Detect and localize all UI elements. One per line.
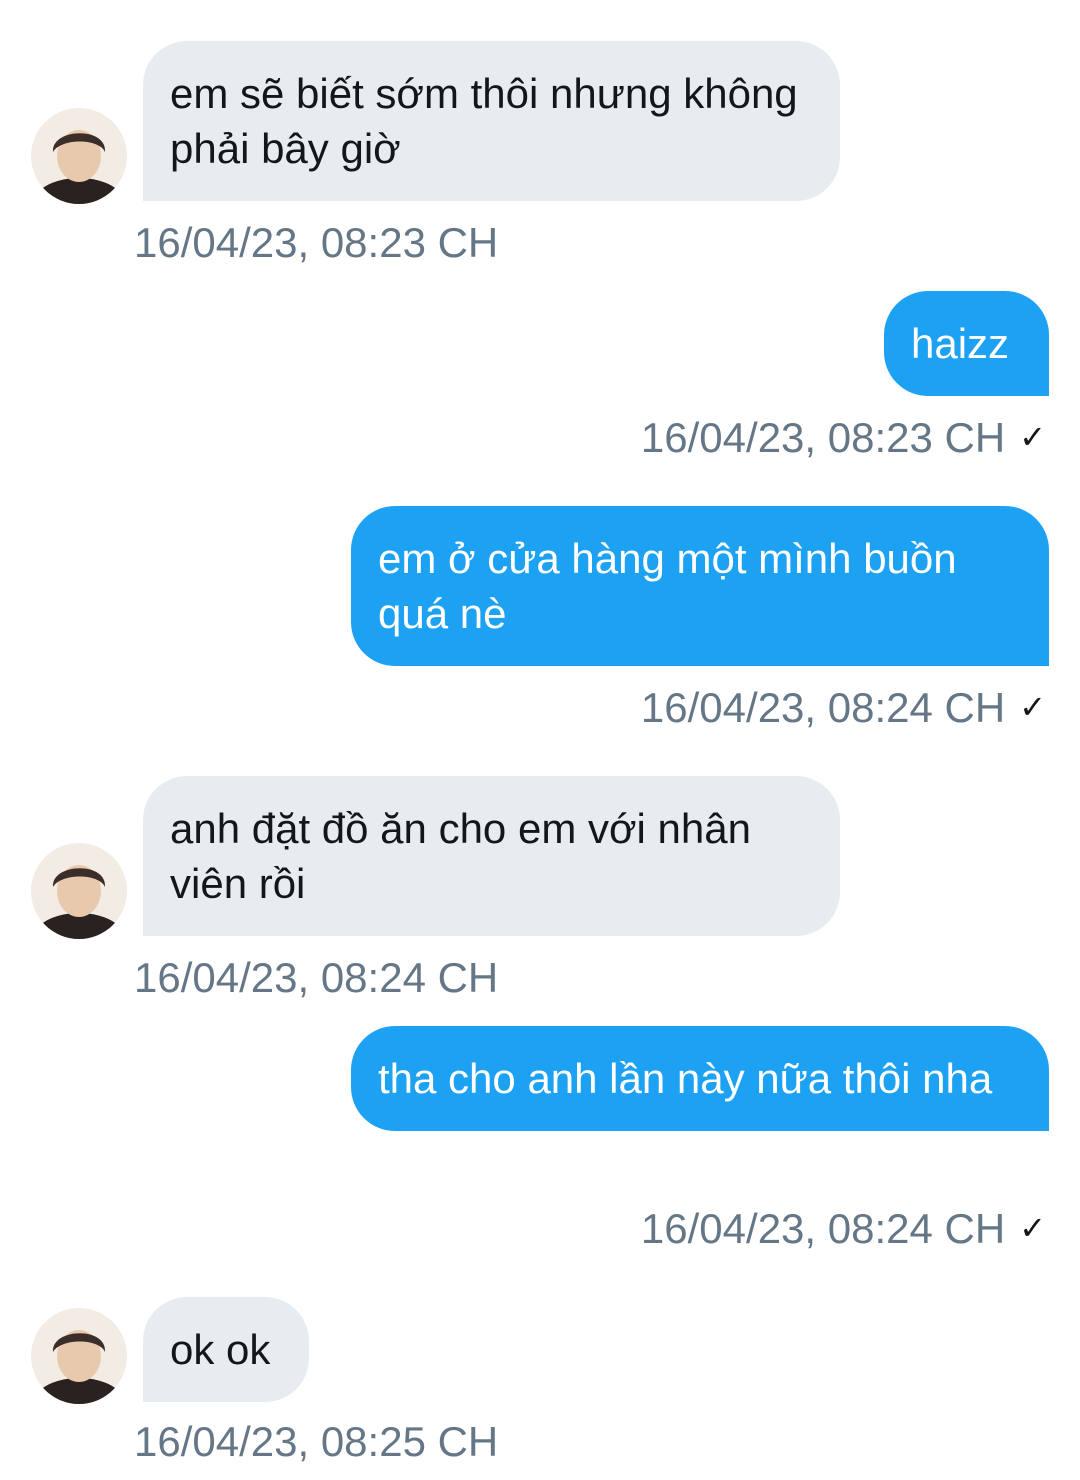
timestamp-text: 16/04/23, 08:24 CH: [640, 1205, 1006, 1252]
message-timestamp: 16/04/23, 08:23 CH ✓: [641, 412, 1046, 463]
message-bubble-incoming[interactable]: em sẽ biết sớm thôi nhưng không phải bây…: [143, 41, 840, 201]
message-bubble-incoming[interactable]: anh đặt đồ ăn cho em với nhân viên rồi: [143, 776, 840, 936]
message-text: tha cho anh lần này nữa thôi nha: [378, 1055, 993, 1102]
message-timestamp: 16/04/23, 08:24 CH ✓: [641, 1203, 1046, 1254]
timestamp-text: 16/04/23, 08:24 CH: [134, 954, 499, 1001]
message-timestamp: 16/04/23, 08:25 CH: [134, 1417, 498, 1467]
avatar-image: [31, 1308, 127, 1404]
timestamp-text: 16/04/23, 08:23 CH: [134, 219, 499, 266]
avatar-image: [31, 108, 127, 204]
checkmark-icon: ✓: [1019, 419, 1046, 455]
message-text: ok ok: [170, 1326, 271, 1373]
message-text: em sẽ biết sớm thôi nhưng không phải bây…: [170, 70, 798, 172]
message-text: em ở cửa hàng một mình buồn quá nè: [378, 535, 957, 637]
message-bubble-outgoing[interactable]: em ở cửa hàng một mình buồn quá nè: [351, 506, 1049, 666]
message-text: haizz: [911, 320, 1010, 367]
contact-avatar[interactable]: [31, 1308, 127, 1404]
contact-avatar[interactable]: [31, 108, 127, 204]
timestamp-text: 16/04/23, 08:25 CH: [134, 1418, 499, 1465]
message-timestamp: 16/04/23, 08:23 CH: [134, 218, 498, 268]
message-bubble-incoming[interactable]: ok ok: [143, 1297, 309, 1402]
timestamp-text: 16/04/23, 08:24 CH: [640, 684, 1006, 731]
contact-avatar[interactable]: [31, 843, 127, 939]
timestamp-text: 16/04/23, 08:23 CH: [640, 414, 1006, 461]
message-timestamp: 16/04/23, 08:24 CH ✓: [641, 682, 1046, 733]
avatar-image: [31, 843, 127, 939]
chat-thread: em sẽ biết sớm thôi nhưng không phải bây…: [0, 0, 1080, 1480]
message-timestamp: 16/04/23, 08:24 CH: [134, 953, 498, 1003]
message-text: anh đặt đồ ăn cho em với nhân viên rồi: [170, 805, 751, 907]
message-bubble-outgoing[interactable]: tha cho anh lần này nữa thôi nha: [351, 1026, 1049, 1131]
checkmark-icon: ✓: [1019, 689, 1046, 725]
checkmark-icon: ✓: [1019, 1210, 1046, 1246]
message-bubble-outgoing[interactable]: haizz: [884, 291, 1049, 396]
